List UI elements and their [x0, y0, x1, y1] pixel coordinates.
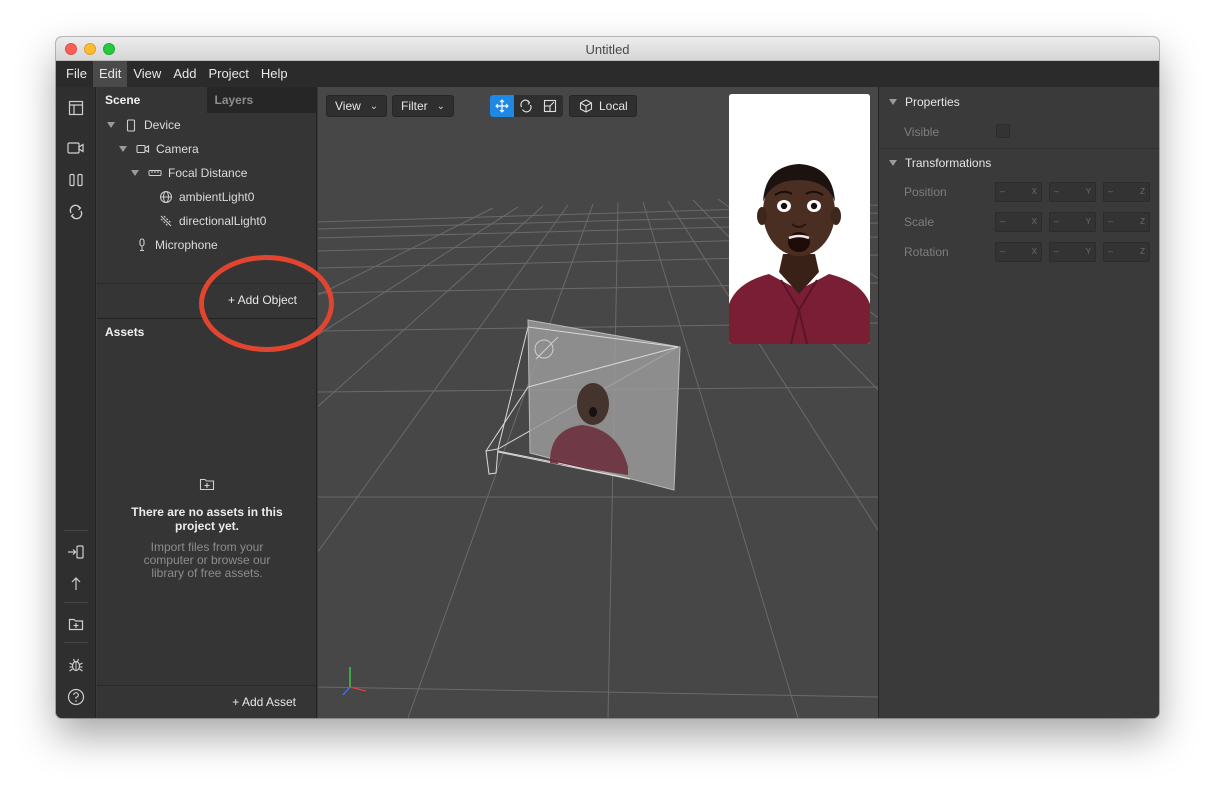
rotation-label: Rotation — [904, 245, 949, 259]
properties-header-label: Properties — [905, 95, 960, 109]
toolbar-divider — [64, 602, 88, 603]
preview-person-image — [729, 94, 870, 344]
rotation-y-field[interactable]: – Y — [1049, 242, 1096, 262]
collapse-arrow-icon[interactable] — [889, 159, 897, 166]
empty-assets-title: There are no assets in this project yet. — [131, 505, 283, 533]
tree-item-device[interactable]: Device — [107, 114, 181, 136]
assets-panel: Assets There are no assets in this proje… — [97, 318, 317, 718]
filter-dropdown-label: Filter — [401, 99, 428, 113]
video-preview-icon[interactable] — [56, 134, 96, 162]
visible-label: Visible — [904, 125, 940, 139]
tree-item-ambient-light[interactable]: ambientLight0 — [158, 186, 254, 208]
scale-label: Scale — [904, 215, 935, 229]
tree-item-camera[interactable]: Camera — [119, 138, 199, 160]
collapse-arrow-icon[interactable] — [889, 99, 897, 105]
add-folder-icon[interactable] — [56, 610, 96, 638]
view-dropdown[interactable]: View ⌄ — [326, 95, 388, 117]
filter-dropdown[interactable]: Filter ⌄ — [392, 95, 455, 117]
tab-layers[interactable]: Layers — [206, 87, 316, 113]
microphone-icon — [134, 237, 150, 253]
tab-scene[interactable]: Scene — [97, 87, 207, 113]
simulator-icon[interactable] — [56, 166, 96, 194]
transform-tools — [490, 95, 563, 117]
transformations-header[interactable]: Transformations — [879, 148, 1159, 176]
add-object-button[interactable]: + Add Object — [228, 293, 297, 307]
rotate-tool-icon[interactable] — [514, 95, 538, 117]
transformations-header-label: Transformations — [905, 155, 992, 170]
upload-icon[interactable] — [56, 570, 96, 598]
scale-tool-icon[interactable] — [538, 95, 562, 117]
rotation-z-field[interactable]: – Z — [1103, 242, 1150, 262]
bug-icon[interactable] — [56, 651, 96, 679]
title-bar: Untitled — [56, 37, 1159, 61]
layout-icon[interactable] — [56, 94, 96, 122]
directional-light-icon — [158, 213, 174, 229]
ambient-light-icon — [158, 189, 174, 205]
left-toolbar — [56, 87, 96, 718]
cube-icon — [578, 98, 594, 114]
menu-edit[interactable]: Edit — [92, 61, 128, 87]
position-z-field[interactable]: – Z — [1103, 182, 1150, 202]
refresh-icon[interactable] — [56, 198, 96, 226]
scene-tabs: Scene Layers — [97, 87, 316, 113]
tree-item-label: Camera — [156, 142, 199, 156]
send-to-device-icon[interactable] — [56, 538, 96, 566]
scene-viewport[interactable]: View ⌄ Filter ⌄ Local — [318, 87, 878, 718]
device-icon — [123, 117, 139, 133]
scale-z-field[interactable]: – Z — [1103, 212, 1150, 232]
help-icon[interactable] — [56, 683, 96, 711]
chevron-down-icon: ⌄ — [436, 100, 446, 112]
tree-item-label: directionalLight0 — [179, 214, 267, 228]
expand-arrow-icon[interactable] — [131, 170, 139, 176]
expand-arrow-icon[interactable] — [119, 146, 127, 152]
focal-distance-icon — [147, 165, 163, 181]
tree-item-label: Focal Distance — [168, 166, 248, 180]
view-dropdown-label: View — [335, 99, 361, 113]
tree-item-focal-distance[interactable]: Focal Distance — [131, 162, 247, 184]
properties-header[interactable]: Properties — [879, 88, 1159, 116]
add-object-bar: + Add Object — [97, 283, 317, 317]
menu-add[interactable]: Add — [167, 61, 202, 87]
menu-help[interactable]: Help — [255, 61, 294, 87]
scale-y-field[interactable]: – Y — [1049, 212, 1096, 232]
tree-item-label: Device — [144, 118, 181, 132]
tree-item-label: Microphone — [155, 238, 218, 252]
menu-project[interactable]: Project — [202, 61, 254, 87]
expand-arrow-icon[interactable] — [107, 122, 115, 128]
local-space-button[interactable]: Local — [569, 95, 637, 117]
camera-icon — [135, 141, 151, 157]
position-label: Position — [904, 185, 947, 199]
assets-title: Assets — [105, 325, 145, 339]
tree-item-microphone[interactable]: Microphone — [134, 234, 218, 256]
menu-bar: File Edit View Add Project Help — [56, 61, 1159, 87]
chevron-down-icon: ⌄ — [369, 100, 379, 112]
scale-x-field[interactable]: – X — [995, 212, 1042, 232]
camera-preview[interactable] — [729, 94, 870, 344]
add-asset-bar: + Add Asset — [97, 685, 316, 718]
empty-assets-subtitle: Import files from your computer or brows… — [143, 540, 271, 580]
toolbar-divider — [64, 642, 88, 643]
window-title: Untitled — [585, 42, 630, 57]
menu-file[interactable]: File — [60, 61, 93, 87]
tree-item-label: ambientLight0 — [179, 190, 255, 204]
local-space-label: Local — [599, 99, 628, 113]
move-tool-icon[interactable] — [490, 95, 514, 117]
properties-panel: Properties Visible Transformations Posit… — [878, 87, 1159, 718]
visible-checkbox[interactable] — [996, 124, 1010, 138]
toolbar-divider — [64, 530, 88, 531]
add-asset-button[interactable]: + Add Asset — [232, 695, 296, 709]
menu-view[interactable]: View — [127, 61, 167, 87]
position-y-field[interactable]: – Y — [1049, 182, 1096, 202]
tree-item-directional-light[interactable]: directionalLight0 — [158, 210, 266, 232]
position-x-field[interactable]: – X — [995, 182, 1042, 202]
add-folder-icon — [199, 477, 215, 493]
app-window: Untitled File Edit View Add Project Help — [56, 37, 1159, 718]
rotation-x-field[interactable]: – X — [995, 242, 1042, 262]
